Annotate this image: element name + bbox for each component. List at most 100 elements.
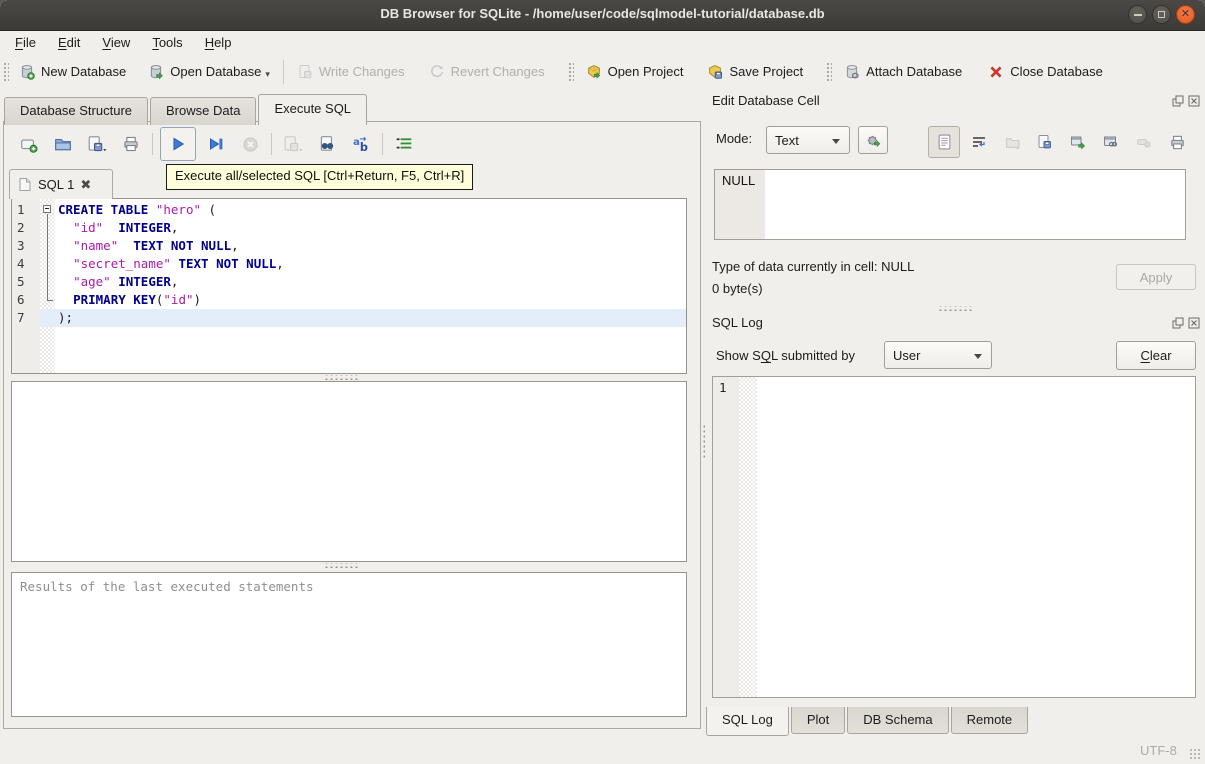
tab-label: Browse Data <box>166 103 241 118</box>
log-filter-select[interactable]: User <box>884 341 992 369</box>
results-grid-pane[interactable] <box>11 381 687 562</box>
toolbar-separator <box>382 133 383 155</box>
menu-view[interactable]: View <box>91 33 141 52</box>
revert-changes-button[interactable]: Revert Changes <box>421 59 553 85</box>
format-sql-button[interactable]: ab <box>351 134 371 154</box>
execute-all-button[interactable] <box>160 127 196 161</box>
write-changes-button[interactable]: Write Changes <box>289 59 413 85</box>
sql-editor-line[interactable]: 2 "id" INTEGER, <box>12 219 686 237</box>
tab-execute-sql[interactable]: Execute SQL <box>258 94 368 125</box>
fold-margin-cell <box>41 219 55 237</box>
sql-document-tab[interactable]: SQL 1 ✖ <box>9 169 113 199</box>
import-data-icon[interactable] <box>1002 132 1022 152</box>
menu-tools[interactable]: Tools <box>141 33 193 52</box>
splitter-handle[interactable] <box>324 375 358 380</box>
tab-sql-log[interactable]: SQL Log <box>706 707 789 736</box>
line-number: 6 <box>17 292 25 307</box>
mode-select[interactable]: Text <box>766 126 850 154</box>
sql-log-dock-controls <box>1172 317 1200 329</box>
clear-label: Clear <box>1140 348 1172 363</box>
resize-grip[interactable] <box>1189 748 1202 761</box>
encoding-indicator: UTF-8 <box>1140 743 1177 758</box>
open-external-icon[interactable] <box>1068 132 1088 152</box>
gear-icon <box>865 132 882 149</box>
float-panel-icon[interactable] <box>1172 95 1184 107</box>
execute-line-button[interactable] <box>206 134 226 154</box>
chevron-down-icon <box>832 139 840 144</box>
tab-browse-data[interactable]: Browse Data <box>150 97 257 125</box>
print-cell-icon[interactable] <box>1167 132 1187 152</box>
float-panel-icon[interactable] <box>1172 317 1184 329</box>
open-database-button[interactable]: Open Database ▾ <box>140 59 278 85</box>
cell-size-info: 0 byte(s) <box>712 281 763 296</box>
find-button[interactable] <box>317 134 337 154</box>
titlebar[interactable]: DB Browser for SQLite - /home/user/code/… <box>0 0 1205 31</box>
toolbar-drag-handle[interactable] <box>825 60 833 83</box>
tab-plot[interactable]: Plot <box>790 707 846 734</box>
edit-cell-dock-controls <box>1172 95 1200 107</box>
svg-text:b: b <box>360 141 368 153</box>
toolbar-drag-handle[interactable] <box>2 60 9 83</box>
tab-remote[interactable]: Remote <box>950 707 1029 734</box>
word-wrap-icon[interactable] <box>969 132 989 152</box>
maximize-button[interactable] <box>1152 5 1171 24</box>
code-text: "secret_name" TEXT NOT NULL, <box>73 256 284 271</box>
close-button[interactable]: ✕ <box>1176 5 1195 24</box>
tab-label: Database Structure <box>20 103 133 118</box>
minimize-icon <box>1129 6 1146 23</box>
sql-editor-line[interactable]: 7); <box>12 309 686 327</box>
close-panel-icon[interactable] <box>1188 317 1200 329</box>
close-tab-icon[interactable]: ✖ <box>80 177 91 193</box>
tooltip: Execute all/selected SQL [Ctrl+Return, F… <box>166 164 474 190</box>
edit-cell-title: Edit Database Cell <box>712 93 820 108</box>
database-new-icon <box>19 64 35 80</box>
toolbar-drag-handle[interactable] <box>566 60 574 83</box>
set-link-icon[interactable] <box>1101 132 1121 152</box>
open-sql-file-button[interactable] <box>53 134 73 154</box>
apply-button[interactable]: Apply <box>1116 264 1196 290</box>
close-database-button[interactable]: Close Database <box>980 59 1111 85</box>
sql-editor-line[interactable]: 5 "age" INTEGER, <box>12 273 686 291</box>
project-open-icon <box>586 64 602 80</box>
tab-db-schema[interactable]: DB Schema <box>847 707 949 734</box>
set-null-icon[interactable] <box>1134 132 1154 152</box>
open-project-button[interactable]: Open Project <box>578 59 692 85</box>
clear-log-button[interactable]: Clear <box>1116 341 1196 370</box>
log-line-gutter <box>713 377 739 697</box>
splitter-handle[interactable] <box>324 563 358 568</box>
sql-editor-line[interactable]: 3 "name" TEXT NOT NULL, <box>12 237 686 255</box>
fold-marker-icon[interactable] <box>41 201 55 219</box>
save-sql-file-button[interactable] <box>87 134 107 154</box>
execution-log-pane[interactable]: Results of the last executed statements <box>11 572 687 717</box>
project-save-icon <box>707 64 723 80</box>
export-data-icon[interactable] <box>1035 132 1055 152</box>
sql-editor-line[interactable]: 4 "secret_name" TEXT NOT NULL, <box>12 255 686 273</box>
save-project-button[interactable]: Save Project <box>699 59 811 85</box>
new-database-button[interactable]: New Database <box>11 59 134 85</box>
stop-button[interactable] <box>240 134 260 154</box>
menu-edit[interactable]: Edit <box>47 33 91 52</box>
minimize-button[interactable] <box>1128 5 1147 24</box>
apply-format-button[interactable] <box>858 126 888 154</box>
text-mode-toggle[interactable] <box>928 126 960 158</box>
menubar: File Edit View Tools Help <box>0 31 1205 54</box>
close-icon: ✕ <box>1180 8 1191 20</box>
tab-database-structure[interactable]: Database Structure <box>4 97 149 125</box>
save-results-button[interactable] <box>283 134 303 154</box>
play-icon <box>173 137 185 151</box>
sql-editor-line[interactable]: 6 PRIMARY KEY("id") <box>12 291 686 309</box>
close-panel-icon[interactable] <box>1188 95 1200 107</box>
print-sql-button[interactable] <box>121 134 141 154</box>
show-results-list-button[interactable] <box>394 134 414 154</box>
attach-database-button[interactable]: Attach Database <box>836 59 970 85</box>
menu-help[interactable]: Help <box>194 33 243 52</box>
open-sql-tab-button[interactable] <box>19 134 39 154</box>
menu-file[interactable]: File <box>4 33 47 52</box>
sql-editor[interactable]: 1 CREATE TABLE "hero" (2 "id" INTEGER, 3 "… <box>11 198 687 374</box>
open-database-dropdown-icon[interactable]: ▾ <box>265 69 270 80</box>
cell-value-editor[interactable]: NULL <box>714 169 1186 240</box>
dock-splitter-handle[interactable] <box>938 306 972 311</box>
sql-log-view[interactable]: 1 <box>712 376 1196 698</box>
sql-editor-line[interactable]: 1 CREATE TABLE "hero" ( <box>12 201 686 219</box>
log-fold-margin <box>739 377 757 697</box>
